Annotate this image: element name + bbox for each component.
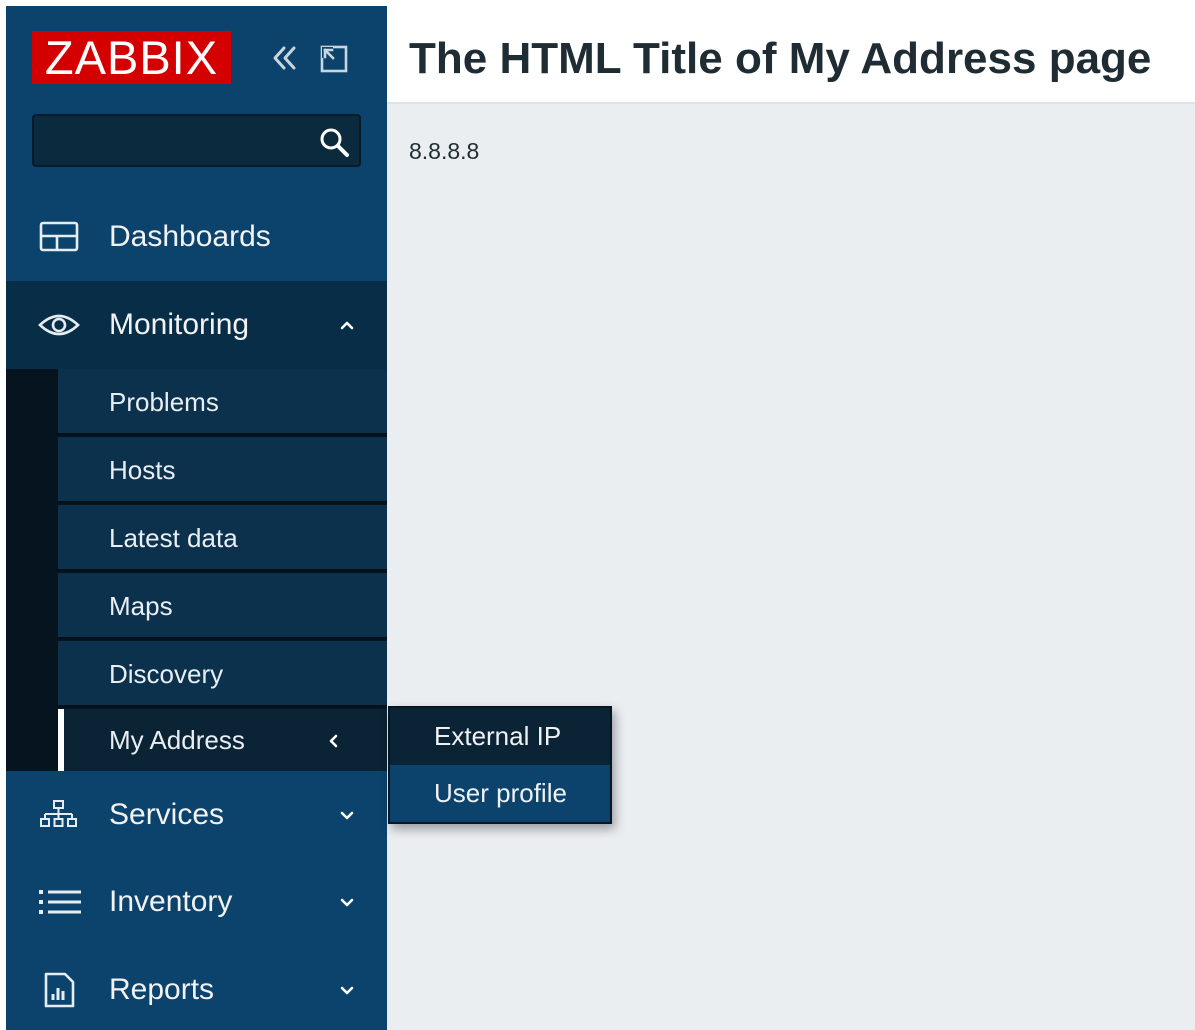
- list-icon: [36, 884, 82, 920]
- dashboard-icon: [36, 219, 82, 255]
- submenu-item-hosts[interactable]: Hosts: [58, 437, 387, 503]
- flyout-item-user-profile[interactable]: User profile: [390, 765, 610, 822]
- menu-item-inventory[interactable]: Inventory: [6, 858, 387, 946]
- chevron-up-icon: [336, 314, 358, 336]
- hierarchy-icon: [36, 797, 82, 833]
- submenu-item-latest-data[interactable]: Latest data: [58, 505, 387, 571]
- app-frame: ZABBIX Dashboards Monitoring Problems Ho…: [6, 6, 1195, 1030]
- page-header: The HTML Title of My Address page: [387, 6, 1195, 104]
- double-chevron-left-icon[interactable]: [266, 40, 302, 76]
- menu-label-dashboards: Dashboards: [109, 220, 271, 253]
- search-icon[interactable]: [318, 126, 350, 158]
- search-input[interactable]: [34, 116, 314, 165]
- flyout-item-external-ip[interactable]: External IP: [390, 708, 610, 765]
- submenu-label-hosts: Hosts: [109, 455, 176, 485]
- menu-item-monitoring[interactable]: Monitoring: [6, 281, 387, 369]
- kiosk-mode-icon[interactable]: [319, 44, 349, 74]
- menu-item-reports[interactable]: Reports: [6, 946, 387, 1030]
- submenu-label-latest-data: Latest data: [109, 523, 238, 553]
- menu-item-dashboards[interactable]: Dashboards: [6, 193, 387, 281]
- chevron-down-icon: [336, 804, 358, 826]
- zabbix-logo[interactable]: ZABBIX: [32, 31, 231, 84]
- main-content: 8.8.8.8: [387, 104, 1195, 1030]
- submenu-item-problems[interactable]: Problems: [58, 369, 387, 435]
- chevron-down-icon: [336, 979, 358, 1001]
- menu-label-services: Services: [109, 798, 225, 831]
- menu-label-inventory: Inventory: [109, 885, 233, 918]
- submenu-label-maps: Maps: [109, 591, 173, 621]
- eye-icon: [36, 307, 82, 343]
- menu-label-reports: Reports: [109, 973, 215, 1006]
- submenu-label-my-address: My Address: [109, 725, 245, 755]
- page-title: The HTML Title of My Address page: [409, 34, 1152, 83]
- menu-label-monitoring: Monitoring: [109, 308, 250, 341]
- active-indicator: [58, 709, 64, 771]
- search-box: [32, 114, 361, 167]
- report-icon: [36, 972, 82, 1008]
- submenu-item-discovery[interactable]: Discovery: [58, 641, 387, 707]
- submenu-item-my-address[interactable]: My Address: [58, 709, 387, 771]
- submenu-label-problems: Problems: [109, 387, 219, 417]
- monitoring-submenu: Problems Hosts Latest data Maps Discover…: [6, 369, 387, 771]
- submenu-item-maps[interactable]: Maps: [58, 573, 387, 639]
- chevron-left-icon: [323, 730, 345, 752]
- my-address-flyout-menu: External IP User profile: [388, 706, 612, 824]
- menu-item-services[interactable]: Services: [6, 771, 387, 859]
- sidebar: ZABBIX Dashboards Monitoring Problems Ho…: [6, 6, 387, 1030]
- chevron-down-icon: [336, 891, 358, 913]
- submenu-label-discovery: Discovery: [109, 659, 224, 689]
- ip-address-value: 8.8.8.8: [409, 138, 480, 164]
